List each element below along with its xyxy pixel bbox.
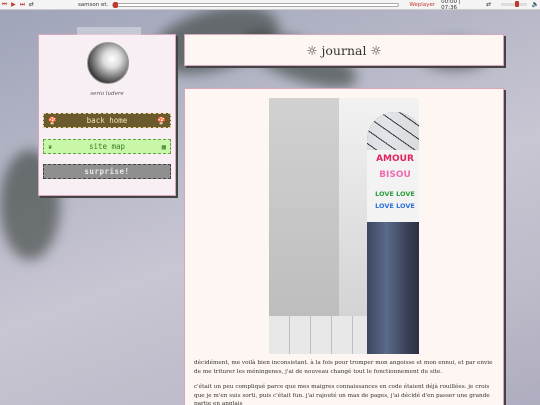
next-icon[interactable]: ⏭ [18,0,27,9]
paragraph: c'était un peu compliqué parce que mes m… [194,384,490,405]
journal-entry: AMOUR BISOU LOVE LOVE LOVE LOVE décidéme… [184,88,504,405]
surprise-button[interactable]: surprise! [43,164,171,179]
page-header: ☼ journal ☼ [184,34,504,66]
journal-photo: AMOUR BISOU LOVE LOVE LOVE LOVE [269,98,419,354]
play-icon[interactable]: ▶ [9,0,18,9]
site-map-label: site map [88,142,126,151]
photo-bollard-top [367,112,419,150]
paragraph: décidément, me voilà bien inconsistant. … [194,360,493,375]
repeat-icon[interactable]: ⇄ [27,0,36,9]
volume-knob[interactable] [515,1,520,7]
previous-icon[interactable]: ⏮ [0,0,9,9]
avatar [87,42,129,84]
back-home-label: back home [86,116,128,125]
volume-slider[interactable] [501,1,528,7]
speaker-icon[interactable]: 🔈 [531,0,540,9]
sidebar: serio ludere 🍄 back home 🍄 ❦ site map ▦ … [38,27,176,196]
mushroom-icon: 🍄 [48,116,57,125]
surprise-label: surprise! [84,167,130,176]
sticker-line: LOVE LOVE [375,190,415,198]
page-title: ☼ journal ☼ [306,42,382,58]
basket-icon: ▦ [161,142,166,151]
site-map-button[interactable]: ❦ site map ▦ [43,139,171,154]
shuffle-icon[interactable]: ⇄ [484,0,493,9]
leaf-icon: ❦ [48,142,53,151]
progress-knob[interactable] [112,1,118,8]
sticker-line: LOVE LOVE [375,202,415,210]
avatar-caption: serio ludere [90,91,124,97]
player-name: Weplayer [409,1,436,8]
sidebar-tab [77,27,141,35]
sticker-line: AMOUR [376,154,414,164]
sticker-line: BISOU [379,170,411,180]
progress-bar[interactable] [111,1,400,8]
time-display: 00:00 | 07:36 [441,0,461,11]
back-home-button[interactable]: 🍄 back home 🍄 [43,113,171,128]
track-title: samson et. c [77,1,108,8]
media-player: ⏮ ▶ ⏭ ⇄ samson et. c Weplayer 00:00 | 07… [0,0,540,11]
mushroom-icon: 🍄 [157,116,166,125]
